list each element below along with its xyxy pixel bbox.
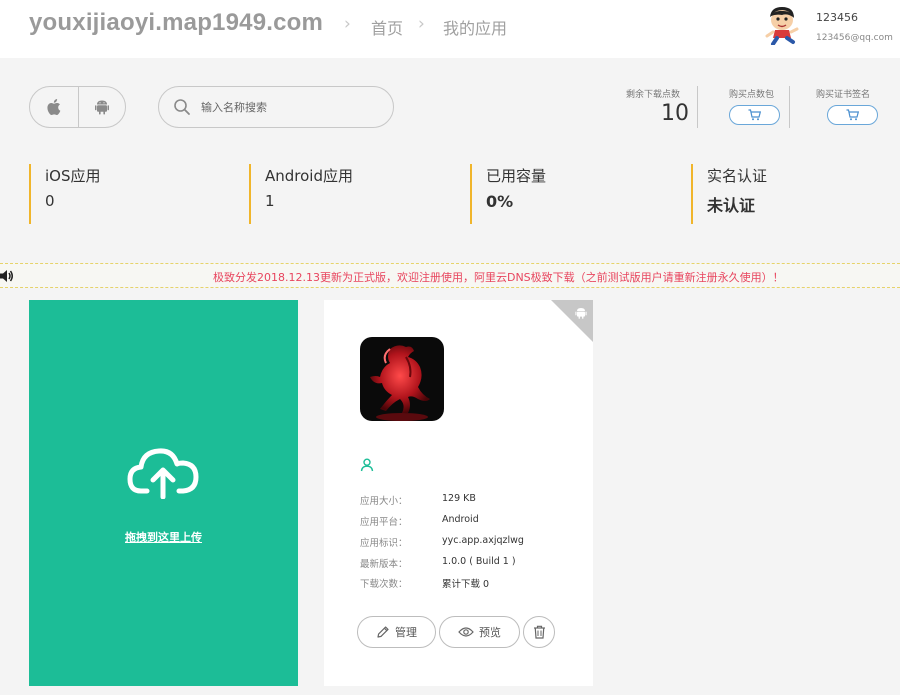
- search-input[interactable]: [201, 97, 381, 117]
- info-value: 1.0.0 ( Build 1 ): [442, 556, 516, 567]
- user-icon: [360, 458, 374, 472]
- divider: [789, 86, 790, 128]
- upload-dropzone[interactable]: 拖拽到这里上传: [29, 300, 298, 686]
- platform-android-button[interactable]: [77, 87, 126, 127]
- trash-icon: [533, 625, 545, 639]
- cart-icon: [748, 109, 761, 121]
- stat-value: 0%: [486, 192, 514, 211]
- info-value: 129 KB: [442, 493, 476, 504]
- delete-button[interactable]: [523, 616, 555, 648]
- android-badge: [551, 300, 593, 342]
- user-name[interactable]: 123456: [816, 11, 858, 24]
- breadcrumb-separator: ›: [344, 14, 351, 34]
- breadcrumb-my-apps[interactable]: 我的应用: [443, 15, 507, 39]
- user-email: 123456@qq.com: [816, 33, 893, 43]
- preview-label: 预览: [479, 626, 501, 639]
- preview-button[interactable]: 预览: [439, 616, 520, 648]
- buy-points-label: 购买点数包: [729, 90, 775, 100]
- search-icon: [174, 99, 190, 115]
- app-card: 应用大小： 129 KB 应用平台： Android 应用标识： yyc.app…: [324, 300, 593, 686]
- edit-icon: [377, 626, 389, 638]
- info-label: 应用标识：: [360, 538, 408, 549]
- manage-label: 管理: [395, 626, 417, 639]
- stat-label: iOS应用: [45, 167, 101, 185]
- platform-toggle: [29, 86, 126, 128]
- cloud-upload-icon: [127, 448, 199, 499]
- site-title[interactable]: youxijiaoyi.map1949.com: [29, 9, 323, 37]
- divider: [697, 86, 698, 128]
- info-label: 最新版本：: [360, 559, 408, 570]
- info-label: 应用大小：: [360, 496, 408, 507]
- info-label: 下载次数：: [360, 579, 408, 590]
- stat-android-apps: Android应用 1: [249, 164, 449, 224]
- stat-value: 未认证: [707, 196, 756, 215]
- avatar[interactable]: [763, 5, 801, 46]
- eye-icon: [458, 627, 474, 637]
- upload-label[interactable]: 拖拽到这里上传: [29, 529, 298, 545]
- app-icon-image[interactable]: [360, 337, 444, 421]
- info-label: 应用平台：: [360, 517, 408, 528]
- stat-value: 1: [265, 192, 275, 210]
- stat-real-name: 实名认证 未认证: [691, 164, 891, 224]
- stat-label: 已用容量: [486, 167, 547, 185]
- apple-icon: [47, 99, 61, 115]
- buy-cert-label: 购买证书签名: [816, 90, 871, 100]
- info-value: Android: [442, 514, 479, 525]
- info-value: yyc.app.axjqzlwg: [442, 535, 524, 546]
- download-points-label: 剩余下载点数: [626, 90, 681, 100]
- download-points-count: 10: [661, 101, 689, 126]
- stat-value: 0: [45, 192, 55, 210]
- notice-bar: 极致分发2018.12.13更新为正式版，欢迎注册使用，阿里云DNS极致下载（之…: [0, 263, 900, 288]
- breadcrumb-home[interactable]: 首页: [371, 15, 403, 39]
- top-header: youxijiaoyi.map1949.com › 首页 › 我的应用 1234…: [0, 0, 900, 58]
- notice-text[interactable]: 极致分发2018.12.13更新为正式版，欢迎注册使用，阿里云DNS极致下载（之…: [213, 269, 784, 285]
- search-box: [158, 86, 394, 128]
- manage-button[interactable]: 管理: [357, 616, 436, 648]
- stat-label: 实名认证: [707, 167, 768, 185]
- buy-cert-button[interactable]: [827, 105, 878, 125]
- speaker-icon: [0, 270, 13, 282]
- platform-ios-button[interactable]: [30, 87, 78, 127]
- stat-label: Android应用: [265, 167, 353, 185]
- breadcrumb-separator: ›: [418, 14, 425, 34]
- cart-icon: [846, 109, 859, 121]
- buy-points-button[interactable]: [729, 105, 780, 125]
- stat-ios-apps: iOS应用 0: [29, 164, 229, 224]
- info-value: 累计下载 0: [442, 579, 490, 590]
- android-icon: [94, 100, 109, 115]
- stat-used-capacity: 已用容量 0%: [470, 164, 670, 224]
